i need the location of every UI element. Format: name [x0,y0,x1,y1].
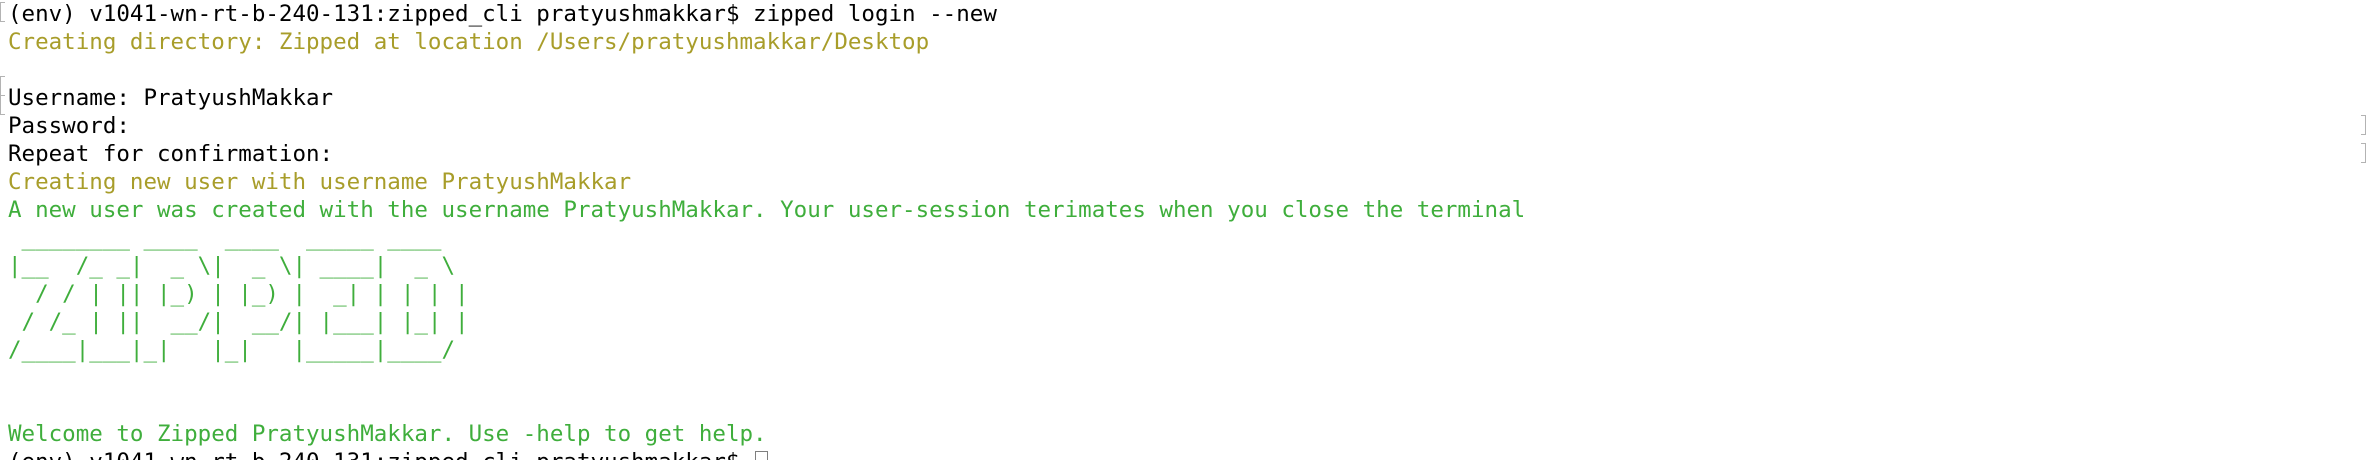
command-prompt-line: (env) v1041-wn-rt-b-240-131:zipped_cli p… [8,1,997,27]
text-cursor [755,451,769,460]
success-line: A new user was created with the username… [8,197,1526,223]
line-marker-left [0,76,5,96]
info-line: Creating new user with username Pratyush… [8,169,632,195]
line-marker-left [0,2,5,22]
line-marker-left [0,95,5,115]
ascii-art-line: / / | || |_) | |_) | _| | | | | [8,281,469,307]
ascii-art-line: ________ ____ ____ _____ ____ [8,225,469,251]
terminal-output: (env) v1041-wn-rt-b-240-131:zipped_cli p… [8,0,1525,460]
current-prompt-line[interactable]: (env) v1041-wn-rt-b-240-131:zipped_cli p… [8,448,1525,460]
ascii-art-line: |__ /_ _| _ \| _ \| ____| _ \ [8,253,469,279]
ascii-art-line: / /_ | || __/| __/| |___| |_| | [8,309,469,335]
ascii-art-line: /____|___|_| |_| |_____|____/ [8,337,469,363]
terminal-window[interactable]: (env) v1041-wn-rt-b-240-131:zipped_cli p… [0,0,2366,460]
confirmation-line: Repeat for confirmation: [8,141,334,167]
line-marker-right [2361,143,2366,163]
password-line: Password: [8,113,130,139]
welcome-line: Welcome to Zipped PratyushMakkar. Use -h… [8,421,767,447]
username-line: Username: PratyushMakkar [8,85,334,111]
prompt-text: (env) v1041-wn-rt-b-240-131:zipped_cli p… [8,449,753,460]
info-line: Creating directory: Zipped at location /… [8,29,930,55]
line-marker-right [2361,115,2366,135]
